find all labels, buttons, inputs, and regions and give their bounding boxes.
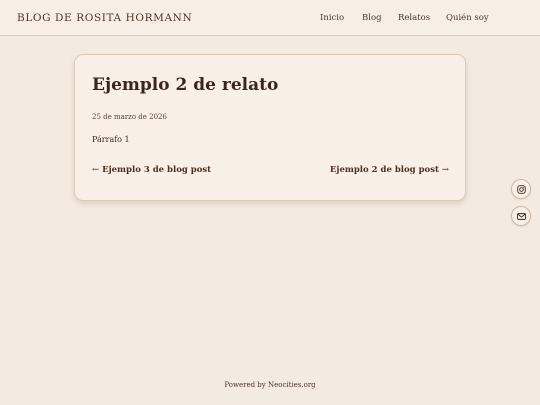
nav-item-relatos[interactable]: Relatos	[398, 13, 430, 23]
instagram-icon	[517, 185, 526, 194]
nav-item-inicio[interactable]: Inicio	[320, 13, 344, 23]
nav-item-blog[interactable]: Blog	[362, 13, 382, 23]
main-nav: Inicio Blog Relatos Quién soy	[0, 13, 540, 25]
neocities-link[interactable]: Neocities.org	[268, 381, 316, 389]
mail-button[interactable]	[511, 206, 531, 226]
post-title: Ejemplo 2 de relato	[92, 75, 279, 95]
post-body: Párrafo 1	[92, 135, 130, 144]
arrow-left-icon: ←	[92, 165, 100, 175]
post-date: 25 de marzo de 2026	[92, 113, 167, 121]
mail-icon	[517, 213, 526, 220]
nav-item-quien-soy[interactable]: Quién soy	[446, 13, 489, 23]
previous-post-link[interactable]: ← Ejemplo 3 de blog post	[92, 165, 211, 175]
instagram-button[interactable]	[511, 179, 531, 199]
next-post-label: Ejemplo 2 de blog post	[329, 165, 439, 175]
arrow-right-icon: →	[441, 165, 449, 175]
post-card: Ejemplo 2 de relato 25 de marzo de 2026 …	[74, 54, 466, 201]
site-header: BLOG DE ROSITA HORMANN Inicio Blog Relat…	[0, 0, 540, 36]
next-post-link[interactable]: Ejemplo 2 de blog post →	[330, 165, 449, 175]
previous-post-label: Ejemplo 3 de blog post	[102, 165, 212, 175]
site-footer: Powered by Neocities.org	[0, 381, 540, 389]
footer-text: Powered by	[224, 381, 268, 389]
